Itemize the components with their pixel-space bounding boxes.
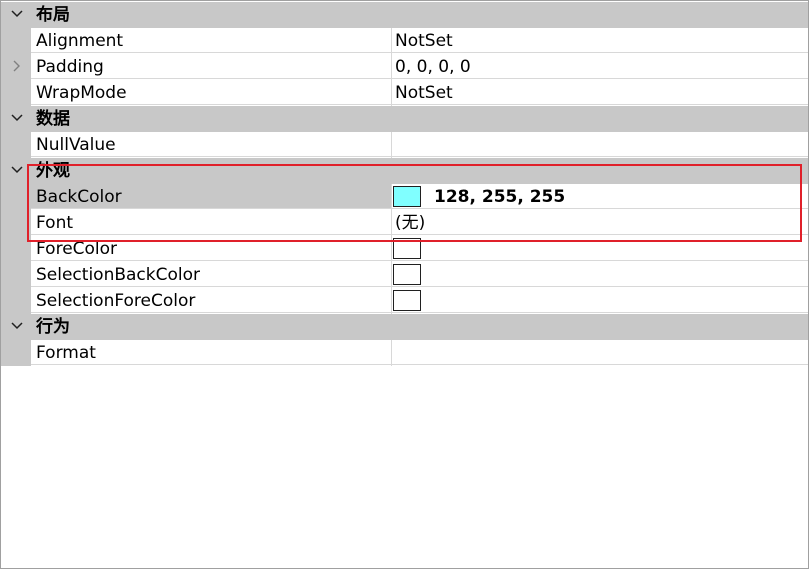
category-behavior[interactable]: 行为 bbox=[1, 314, 808, 340]
category-appearance[interactable]: 外观 bbox=[1, 158, 808, 184]
category-label: 行为 bbox=[36, 317, 70, 337]
property-name: Padding bbox=[36, 57, 104, 77]
property-row-selectionforecolor[interactable]: SelectionForeColor bbox=[1, 288, 808, 314]
color-swatch[interactable] bbox=[393, 238, 421, 259]
property-value[interactable] bbox=[392, 262, 808, 287]
color-swatch[interactable] bbox=[393, 186, 421, 207]
property-grid: 布局 Alignment NotSet Padding 0, 0, 0, 0 W… bbox=[0, 0, 809, 569]
property-name: Format bbox=[36, 343, 96, 363]
property-name: Font bbox=[36, 213, 74, 233]
property-name: SelectionBackColor bbox=[36, 265, 200, 285]
chevron-down-icon[interactable] bbox=[9, 6, 25, 22]
property-value[interactable] bbox=[392, 132, 808, 157]
category-label: 布局 bbox=[36, 5, 70, 25]
property-row-wrapmode[interactable]: WrapMode NotSet bbox=[1, 80, 808, 106]
property-value[interactable] bbox=[392, 236, 808, 261]
property-row-alignment[interactable]: Alignment NotSet bbox=[1, 28, 808, 54]
chevron-down-icon[interactable] bbox=[9, 162, 25, 178]
property-row-padding[interactable]: Padding 0, 0, 0, 0 bbox=[1, 54, 808, 80]
property-value[interactable] bbox=[392, 288, 808, 313]
chevron-down-icon[interactable] bbox=[9, 110, 25, 126]
color-swatch[interactable] bbox=[393, 290, 421, 311]
property-value[interactable]: 128, 255, 255 bbox=[392, 184, 808, 209]
property-row-format[interactable]: Format bbox=[1, 340, 808, 366]
property-row-backcolor[interactable]: BackColor 128, 255, 255 bbox=[1, 184, 808, 210]
property-value[interactable] bbox=[392, 340, 808, 365]
category-label: 外观 bbox=[36, 161, 70, 181]
chevron-down-icon[interactable] bbox=[9, 318, 25, 334]
category-label: 数据 bbox=[36, 109, 70, 129]
chevron-right-icon[interactable] bbox=[10, 59, 24, 73]
property-name: ForeColor bbox=[36, 239, 118, 259]
category-layout[interactable]: 布局 bbox=[1, 2, 808, 28]
property-name: SelectionForeColor bbox=[36, 291, 196, 311]
property-row-nullvalue[interactable]: NullValue bbox=[1, 132, 808, 158]
property-row-selectionbackcolor[interactable]: SelectionBackColor bbox=[1, 262, 808, 288]
color-swatch[interactable] bbox=[393, 264, 421, 285]
property-name: NullValue bbox=[36, 135, 116, 155]
property-value[interactable]: 0, 0, 0, 0 bbox=[392, 54, 808, 79]
property-name: BackColor bbox=[36, 187, 122, 207]
property-row-font[interactable]: Font (无) bbox=[1, 210, 808, 236]
property-name: Alignment bbox=[36, 31, 124, 51]
property-value[interactable]: (无) bbox=[392, 210, 808, 235]
property-name: WrapMode bbox=[36, 83, 127, 103]
property-value[interactable]: NotSet bbox=[392, 28, 808, 53]
property-value[interactable]: NotSet bbox=[392, 80, 808, 105]
category-data[interactable]: 数据 bbox=[1, 106, 808, 132]
property-row-forecolor[interactable]: ForeColor bbox=[1, 236, 808, 262]
